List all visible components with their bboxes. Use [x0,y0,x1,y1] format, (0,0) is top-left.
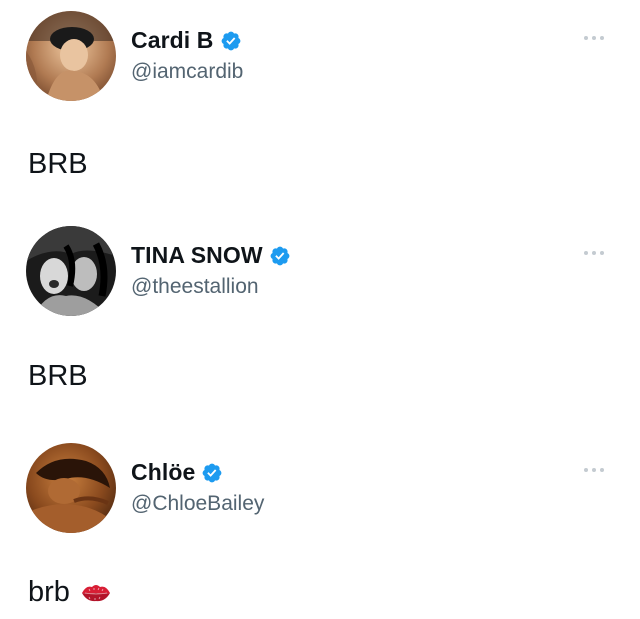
kiss-mark-icon [81,584,110,601]
verified-badge-icon [202,463,222,482]
user-handle[interactable]: @ChloeBailey [131,492,264,516]
user-handle[interactable]: @iamcardib [131,60,243,84]
user-handle[interactable]: @theestallion [131,275,259,299]
display-name[interactable]: TINA SNOW [131,242,263,269]
verified-badge-icon [221,31,240,50]
tweet-text-content: BRB [28,148,88,180]
avatar-image [26,11,116,101]
avatar[interactable] [26,443,116,533]
display-name[interactable]: Cardi B [131,27,214,54]
tweet-text-content: brb [28,576,70,608]
tweet-text-content: BRB [28,360,88,392]
tweet-text: brb [28,576,112,609]
more-options-icon[interactable] [584,468,604,472]
display-name[interactable]: Chlöe [131,459,195,486]
tweet-text: BRB [28,148,88,181]
tweet-text: BRB [28,360,88,393]
avatar-image [26,443,116,533]
avatar[interactable] [26,226,116,316]
more-options-icon[interactable] [584,36,604,40]
avatar-image [26,226,116,316]
avatar[interactable] [26,11,116,101]
more-options-icon[interactable] [584,251,604,255]
verified-badge-icon [270,246,290,265]
